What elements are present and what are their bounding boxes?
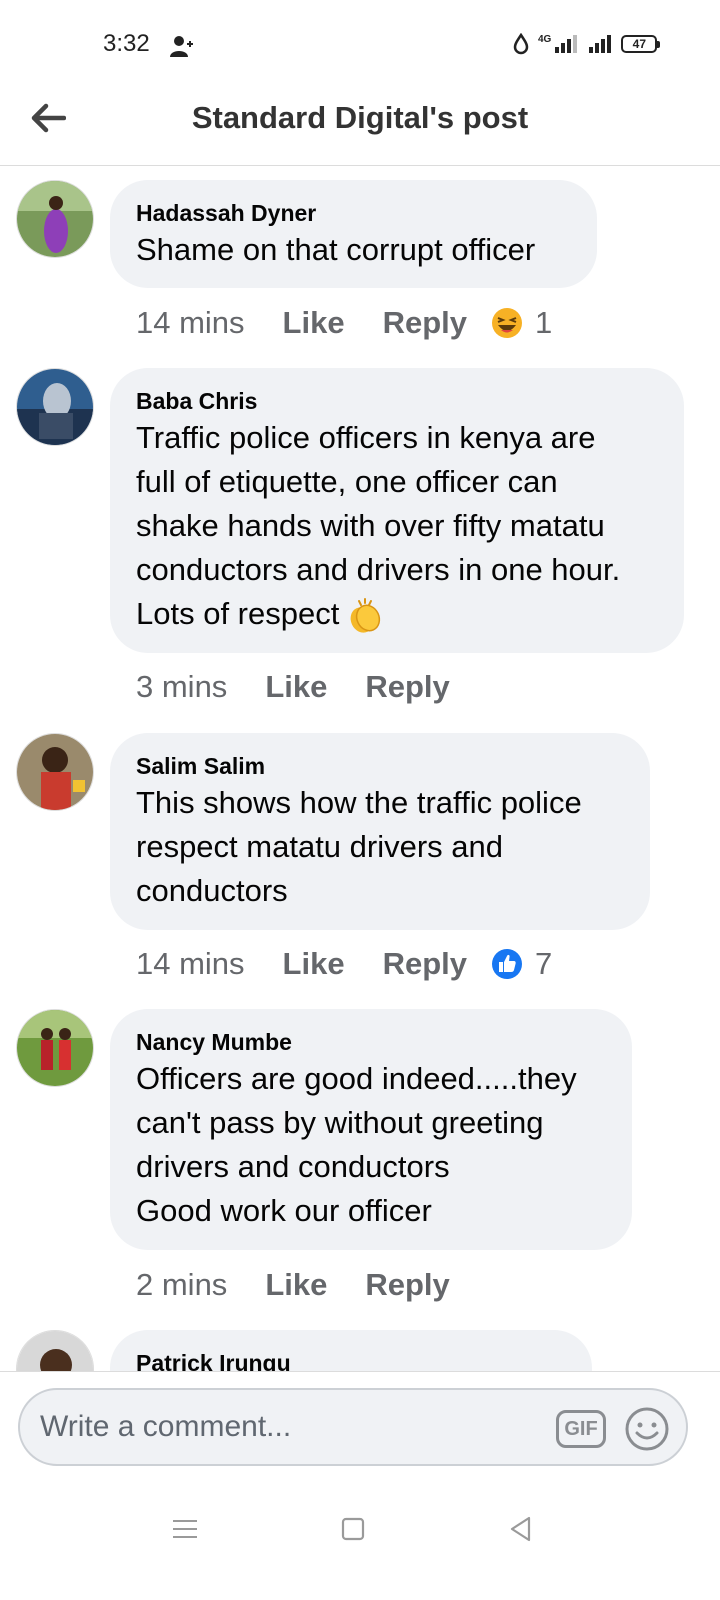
status-bar: 3:32 4G 47 xyxy=(0,0,720,90)
avatar[interactable] xyxy=(16,1330,94,1371)
reaction-summary[interactable]: 7 xyxy=(491,946,552,982)
comment-bubble[interactable]: Salim Salim This shows how the traffic p… xyxy=(110,733,650,930)
comment-author[interactable]: Baba Chris xyxy=(136,386,658,416)
comment-text: This shows how the traffic police respec… xyxy=(136,785,582,908)
comment-bubble[interactable]: Nancy Mumbe Officers are good indeed....… xyxy=(110,1009,632,1250)
menu-button[interactable] xyxy=(167,1511,203,1547)
reply-button[interactable]: Reply xyxy=(365,669,449,705)
comment-actions: 14 mins Like Reply 7 xyxy=(136,944,552,984)
reaction-summary[interactable]: 1 xyxy=(491,305,552,341)
comment-bubble[interactable]: Patrick Irungu xyxy=(110,1330,592,1371)
like-button[interactable]: Like xyxy=(265,1267,327,1303)
thumbs-up-icon xyxy=(492,949,522,979)
post-header: Standard Digital's post xyxy=(0,90,720,166)
status-time: 3:32 xyxy=(103,30,150,57)
comment-author[interactable]: Patrick Irungu xyxy=(136,1348,566,1371)
comments-feed[interactable]: Hadassah Dyner Shame on that corrupt off… xyxy=(0,167,720,1371)
comment-time[interactable]: 14 mins xyxy=(136,946,245,982)
avatar[interactable] xyxy=(16,733,94,811)
avatar[interactable] xyxy=(16,1009,94,1087)
comment-time[interactable]: 14 mins xyxy=(136,305,245,341)
system-nav-bar xyxy=(0,1481,720,1600)
reaction-count: 1 xyxy=(535,305,553,340)
add-person-icon xyxy=(170,36,193,57)
comment-bubble[interactable]: Baba Chris Traffic police officers in ke… xyxy=(110,368,684,653)
back-triangle-icon xyxy=(510,1516,531,1542)
avatar[interactable] xyxy=(16,180,94,258)
battery-indicator: 47 xyxy=(621,35,661,53)
comment-actions: 3 mins Like Reply xyxy=(136,667,474,707)
comment-bubble[interactable]: Hadassah Dyner Shame on that corrupt off… xyxy=(110,180,597,288)
back-nav-button[interactable] xyxy=(503,1511,539,1547)
network-type-label: 4G xyxy=(538,33,552,45)
gif-button[interactable]: GIF xyxy=(556,1410,606,1448)
comment-author[interactable]: Salim Salim xyxy=(136,751,624,781)
laugh-emoji-icon xyxy=(492,308,522,338)
comment-text: Shame on that corrupt officer xyxy=(136,232,536,267)
reply-button[interactable]: Reply xyxy=(383,305,467,341)
emoji-picker-icon[interactable] xyxy=(624,1406,670,1452)
home-button[interactable] xyxy=(335,1511,371,1547)
like-button[interactable]: Like xyxy=(283,946,345,982)
reaction-count: 7 xyxy=(535,946,553,981)
reply-button[interactable]: Reply xyxy=(365,1267,449,1303)
comment-text: Officers are good indeed.....they can't … xyxy=(136,1061,577,1228)
page-title: Standard Digital's post xyxy=(191,100,529,135)
comment-composer: GIF xyxy=(0,1371,720,1481)
reply-button[interactable]: Reply xyxy=(383,946,467,982)
comment-time[interactable]: 3 mins xyxy=(136,669,227,705)
comment-author[interactable]: Nancy Mumbe xyxy=(136,1027,606,1057)
data-saver-icon xyxy=(513,33,529,55)
comment-actions: 2 mins Like Reply xyxy=(136,1265,474,1305)
clapping-hands-icon xyxy=(350,597,381,633)
signal-icon-1 xyxy=(555,35,578,53)
like-button[interactable]: Like xyxy=(283,305,345,341)
comment-actions: 14 mins Like Reply 1 xyxy=(136,303,552,343)
comment-text: Traffic police officers in kenya are ful… xyxy=(136,416,658,636)
comment-time[interactable]: 2 mins xyxy=(136,1267,227,1303)
menu-icon xyxy=(173,1520,197,1538)
home-square-icon xyxy=(341,1517,365,1541)
like-button[interactable]: Like xyxy=(265,669,327,705)
signal-icon-2 xyxy=(589,35,612,53)
comment-author[interactable]: Hadassah Dyner xyxy=(136,198,571,228)
avatar[interactable] xyxy=(16,368,94,446)
status-icons: 4G 47 xyxy=(512,30,661,58)
